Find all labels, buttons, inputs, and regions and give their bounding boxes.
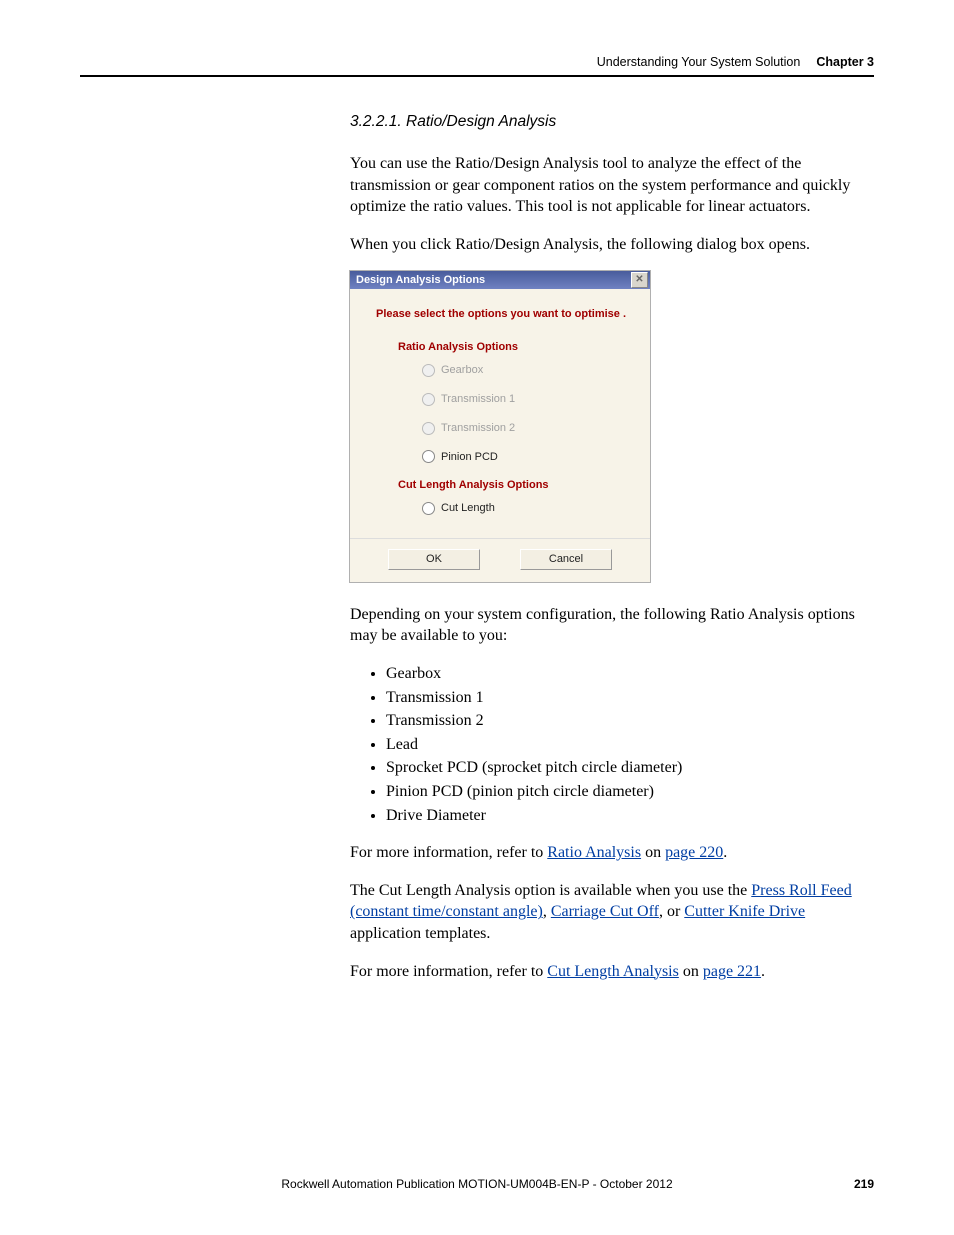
link-cut-length-analysis[interactable]: Cut Length Analysis — [547, 963, 679, 980]
text: . — [723, 844, 727, 861]
radio-option-cut-length[interactable]: Cut Length — [422, 501, 636, 516]
text: application templates. — [350, 925, 490, 942]
paragraph-intro: You can use the Ratio/Design Analysis to… — [350, 153, 874, 218]
page-header: Understanding Your System Solution Chapt… — [80, 55, 874, 75]
radio-option-pinion-pcd[interactable]: Pinion PCD — [422, 450, 636, 465]
radio-option-transmission1: Transmission 1 — [422, 392, 636, 407]
list-item: Lead — [386, 734, 874, 756]
list-item: Transmission 1 — [386, 687, 874, 709]
list-item: Transmission 2 — [386, 710, 874, 732]
link-ratio-analysis[interactable]: Ratio Analysis — [547, 844, 641, 861]
text: , — [543, 903, 551, 920]
paragraph-cutlength-xref: For more information, refer to Cut Lengt… — [350, 961, 874, 983]
text: . — [761, 963, 765, 980]
page: Understanding Your System Solution Chapt… — [0, 0, 954, 1235]
radio-icon — [422, 364, 435, 377]
paragraph-dialog-lead: When you click Ratio/Design Analysis, th… — [350, 234, 874, 256]
radio-option-gearbox: Gearbox — [422, 363, 636, 378]
cancel-button[interactable]: Cancel — [520, 549, 612, 570]
text: The Cut Length Analysis option is availa… — [350, 882, 751, 899]
group-title-cutlength: Cut Length Analysis Options — [398, 478, 636, 493]
radio-icon — [422, 422, 435, 435]
text: on — [679, 963, 703, 980]
radio-icon[interactable] — [422, 450, 435, 463]
radio-label: Transmission 2 — [441, 421, 515, 436]
radio-label: Pinion PCD — [441, 450, 498, 465]
radio-label: Transmission 1 — [441, 392, 515, 407]
link-carriage-cut-off[interactable]: Carriage Cut Off — [551, 903, 659, 920]
list-item: Sprocket PCD (sprocket pitch circle diam… — [386, 757, 874, 779]
ratio-options-list: Gearbox Transmission 1 Transmission 2 Le… — [350, 663, 874, 826]
dialog-button-row: OK Cancel — [350, 538, 650, 582]
header-section: Understanding Your System Solution — [597, 55, 801, 69]
radio-option-transmission2: Transmission 2 — [422, 421, 636, 436]
close-icon[interactable]: ✕ — [631, 272, 648, 288]
radio-icon — [422, 393, 435, 406]
group-title-ratio: Ratio Analysis Options — [398, 340, 636, 355]
link-cutter-knife-drive[interactable]: Cutter Knife Drive — [684, 903, 805, 920]
paragraph-ratio-xref: For more information, refer to Ratio Ana… — [350, 842, 874, 864]
list-item: Pinion PCD (pinion pitch circle diameter… — [386, 781, 874, 803]
text: For more information, refer to — [350, 844, 547, 861]
text: For more information, refer to — [350, 963, 547, 980]
link-page-220[interactable]: page 220 — [665, 844, 723, 861]
dialog-body: Please select the options you want to op… — [350, 289, 650, 538]
dialog-title-text: Design Analysis Options — [356, 273, 485, 288]
dialog-titlebar: Design Analysis Options ✕ — [350, 271, 650, 289]
radio-label: Gearbox — [441, 363, 483, 378]
radio-label: Cut Length — [441, 501, 495, 516]
list-item: Gearbox — [386, 663, 874, 685]
link-page-221[interactable]: page 221 — [703, 963, 761, 980]
list-item: Drive Diameter — [386, 805, 874, 827]
ok-button[interactable]: OK — [388, 549, 480, 570]
section-heading: 3.2.2.1. Ratio/Design Analysis — [350, 112, 874, 133]
text: , or — [659, 903, 684, 920]
design-analysis-dialog: Design Analysis Options ✕ Please select … — [350, 271, 650, 582]
footer-publication: Rockwell Automation Publication MOTION-U… — [80, 1177, 874, 1191]
dialog-instruction: Please select the options you want to op… — [376, 307, 636, 322]
page-footer: Rockwell Automation Publication MOTION-U… — [80, 1177, 874, 1191]
content-column: 3.2.2.1. Ratio/Design Analysis You can u… — [350, 77, 874, 982]
header-chapter: Chapter 3 — [816, 55, 874, 69]
paragraph-cutlength-templates: The Cut Length Analysis option is availa… — [350, 880, 874, 945]
text: on — [641, 844, 665, 861]
paragraph-options-lead: Depending on your system configuration, … — [350, 604, 874, 647]
radio-icon[interactable] — [422, 502, 435, 515]
